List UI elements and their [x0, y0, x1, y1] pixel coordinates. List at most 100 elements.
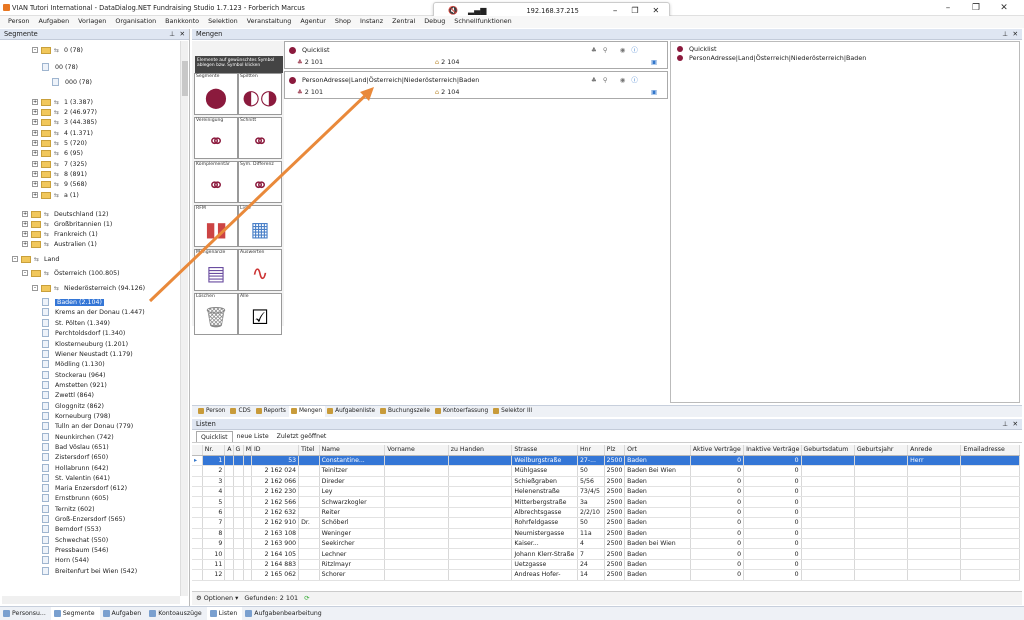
remote-restore-button[interactable]: ❐	[631, 6, 638, 15]
column-header[interactable]: ID	[251, 445, 300, 456]
expand-icon[interactable]: +	[22, 221, 28, 227]
tree-node[interactable]: St. Valentin (641)	[42, 474, 110, 484]
column-header[interactable]: A	[224, 445, 234, 456]
column-header[interactable]: Geburtsdatum	[801, 445, 855, 456]
tree-node[interactable]: + ⇆ 7 (325)	[32, 160, 87, 170]
tree-node[interactable]: 00 (78)	[42, 63, 78, 73]
column-header[interactable]	[192, 445, 203, 456]
column-header[interactable]: Geburtsjahr	[854, 445, 909, 456]
module-tab[interactable]: Aufgabenliste	[325, 406, 378, 417]
tree-node[interactable]: – ⇆ Land	[12, 255, 59, 265]
column-header[interactable]: G	[233, 445, 244, 456]
expand-icon[interactable]: +	[22, 231, 28, 237]
menu-item[interactable]: Shop	[335, 16, 351, 28]
column-header[interactable]: zu Handen	[448, 445, 513, 456]
tree-node[interactable]: Schwechat (550)	[42, 536, 108, 546]
pin-icon[interactable]: ⊥	[1002, 29, 1008, 39]
tool-schnitt[interactable]: Schnitt ⚭	[238, 117, 282, 159]
maximize-button[interactable]: ❐	[962, 1, 990, 15]
menu-item[interactable]: Veranstaltung	[247, 16, 292, 28]
expand-icon[interactable]: +	[32, 130, 38, 136]
close-icon[interactable]: ✕	[179, 29, 185, 39]
expand-icon[interactable]: –	[12, 256, 18, 262]
list-grid[interactable]: Nr. A G M ID Titel Name Vorname zu Handen Strasse…	[192, 445, 1022, 591]
tree-node[interactable]: Groß-Enzersdorf (565)	[42, 515, 125, 525]
expand-icon[interactable]: +	[32, 150, 38, 156]
table-row[interactable]: 6 2 162 632 Reiter Albrechtsgasse 2/2/10 2500…	[192, 507, 1020, 519]
menu-item[interactable]: Organisation	[115, 16, 156, 28]
column-header[interactable]: Hnr	[577, 445, 605, 456]
expand-icon[interactable]: –	[32, 47, 38, 53]
tree-node[interactable]: Neunkirchen (742)	[42, 433, 114, 443]
tree-hscrollbar[interactable]	[2, 596, 180, 604]
column-header[interactable]: Ort	[624, 445, 691, 456]
tree-node[interactable]: + ⇆ 3 (44.385)	[32, 118, 97, 128]
tree-node[interactable]: Mödling (1.130)	[42, 360, 105, 370]
tree-node[interactable]: Hollabrunn (642)	[42, 464, 108, 474]
table-row[interactable]: 12 2 165 062 Schorer Andreas Hofer- 14 2500 Ba…	[192, 569, 1020, 581]
tree-node[interactable]: 000 (78)	[52, 78, 92, 88]
menu-item[interactable]: Schnellfunktionen	[454, 16, 511, 28]
table-row[interactable]: 5 2 162 566 Schwarzkogler Mitterbergstraße 3…	[192, 496, 1020, 508]
tree-node[interactable]: + ⇆ 1 (3.387)	[32, 98, 93, 108]
tree-node[interactable]: + ⇆ Deutschland (12)	[22, 210, 108, 220]
bottom-tab[interactable]: Listen	[206, 607, 243, 620]
column-header[interactable]: Titel	[298, 445, 320, 456]
tree-node[interactable]: – ⇆ Österreich (100.805)	[22, 269, 120, 279]
options-button[interactable]: ⚙ Optionen ▾	[196, 592, 238, 605]
tree-node[interactable]: Ternitz (602)	[42, 505, 95, 515]
column-header[interactable]: Strasse	[511, 445, 578, 456]
module-tab[interactable]: Kontoerfassung	[433, 406, 491, 417]
tree-node[interactable]: + ⇆ Großbritannien (1)	[22, 220, 112, 230]
column-header[interactable]: Anrede	[907, 445, 962, 456]
save-icon[interactable]: ▣	[651, 58, 657, 66]
tree-node[interactable]: – ⇆ 0 (78)	[32, 46, 83, 56]
tree-node[interactable]: Maria Enzersdorf (612)	[42, 484, 127, 494]
tree-node[interactable]: Klosterneuburg (1.201)	[42, 340, 128, 350]
expand-icon[interactable]: –	[32, 285, 38, 291]
tool-vereinigung[interactable]: Vereinigung ⚭	[194, 117, 238, 159]
menu-item[interactable]: Person	[8, 16, 29, 28]
tree-node[interactable]: Perchtoldsdorf (1.340)	[42, 329, 125, 339]
column-header[interactable]: Inaktive Verträge	[743, 445, 802, 456]
tree-node[interactable]: Krems an der Donau (1.447)	[42, 308, 145, 318]
close-icon[interactable]: ✕	[1012, 419, 1018, 429]
module-tab[interactable]: Selektor III	[491, 406, 535, 417]
tree-scrollbar[interactable]	[180, 41, 188, 596]
bottom-tab[interactable]: Aufgaben	[100, 607, 147, 620]
bottom-tab[interactable]: Aufgabenbearbeitung	[242, 607, 326, 620]
tree-node[interactable]: Berndorf (553)	[42, 525, 101, 535]
scroll-thumb[interactable]	[182, 61, 188, 96]
minimize-button[interactable]: –	[934, 1, 962, 15]
refresh-icon[interactable]: ⟳	[304, 592, 309, 605]
tree-node[interactable]: + ⇆ 2 (46.977)	[32, 108, 97, 118]
tree-node[interactable]: Bad Vöslau (651)	[42, 443, 109, 453]
list-subtab[interactable]: Zuletzt geöffnet	[273, 431, 331, 442]
table-row[interactable]: 9 2 163 900 Seekircher Kaiser... 4 2500 Baden …	[192, 538, 1020, 550]
menu-item[interactable]: Vorlagen	[78, 16, 106, 28]
column-header[interactable]: Nr.	[202, 445, 226, 456]
tree-node[interactable]: Amstetten (921)	[42, 381, 107, 391]
table-row[interactable]: 2 2 162 024 Teinitzer Mühlgasse 50 2500 Baden …	[192, 465, 1020, 477]
menu-item[interactable]: Aufgaben	[38, 16, 69, 28]
set-card-quicklist[interactable]: Quicklist ♣ 2 101 ⌂ 2 104 ♣ ⚲ ◉ ⓘ ▣	[284, 41, 668, 69]
tree-node[interactable]: Korneuburg (798)	[42, 412, 110, 422]
column-header[interactable]: Aktive Verträge	[690, 445, 745, 456]
save-icon[interactable]: ▣	[651, 88, 657, 96]
module-tab[interactable]: Person	[196, 406, 228, 417]
module-tab[interactable]: Reports	[254, 406, 289, 417]
module-tab[interactable]: Buchungszeile	[378, 406, 433, 417]
tool-auswerten[interactable]: Auswerten ∿	[238, 249, 282, 291]
table-row[interactable]: ▸ 1 53 Constantine... Weilburgstraße 27-... 25…	[192, 455, 1020, 467]
tree-node[interactable]: Stockerau (964)	[42, 371, 105, 381]
expand-icon[interactable]: +	[32, 99, 38, 105]
tool-komplementär[interactable]: Komplementär ⚭	[194, 161, 238, 203]
menu-item[interactable]: Instanz	[360, 16, 383, 28]
expand-icon[interactable]: +	[32, 140, 38, 146]
pin-icon[interactable]: ⊥	[1002, 419, 1008, 429]
tree-node[interactable]: Wiener Neustadt (1.179)	[42, 350, 133, 360]
close-button[interactable]: ✕	[990, 1, 1018, 15]
expand-icon[interactable]: +	[32, 171, 38, 177]
close-icon[interactable]: ✕	[1012, 29, 1018, 39]
tree-node[interactable]: Baden (2.104)	[42, 298, 104, 308]
